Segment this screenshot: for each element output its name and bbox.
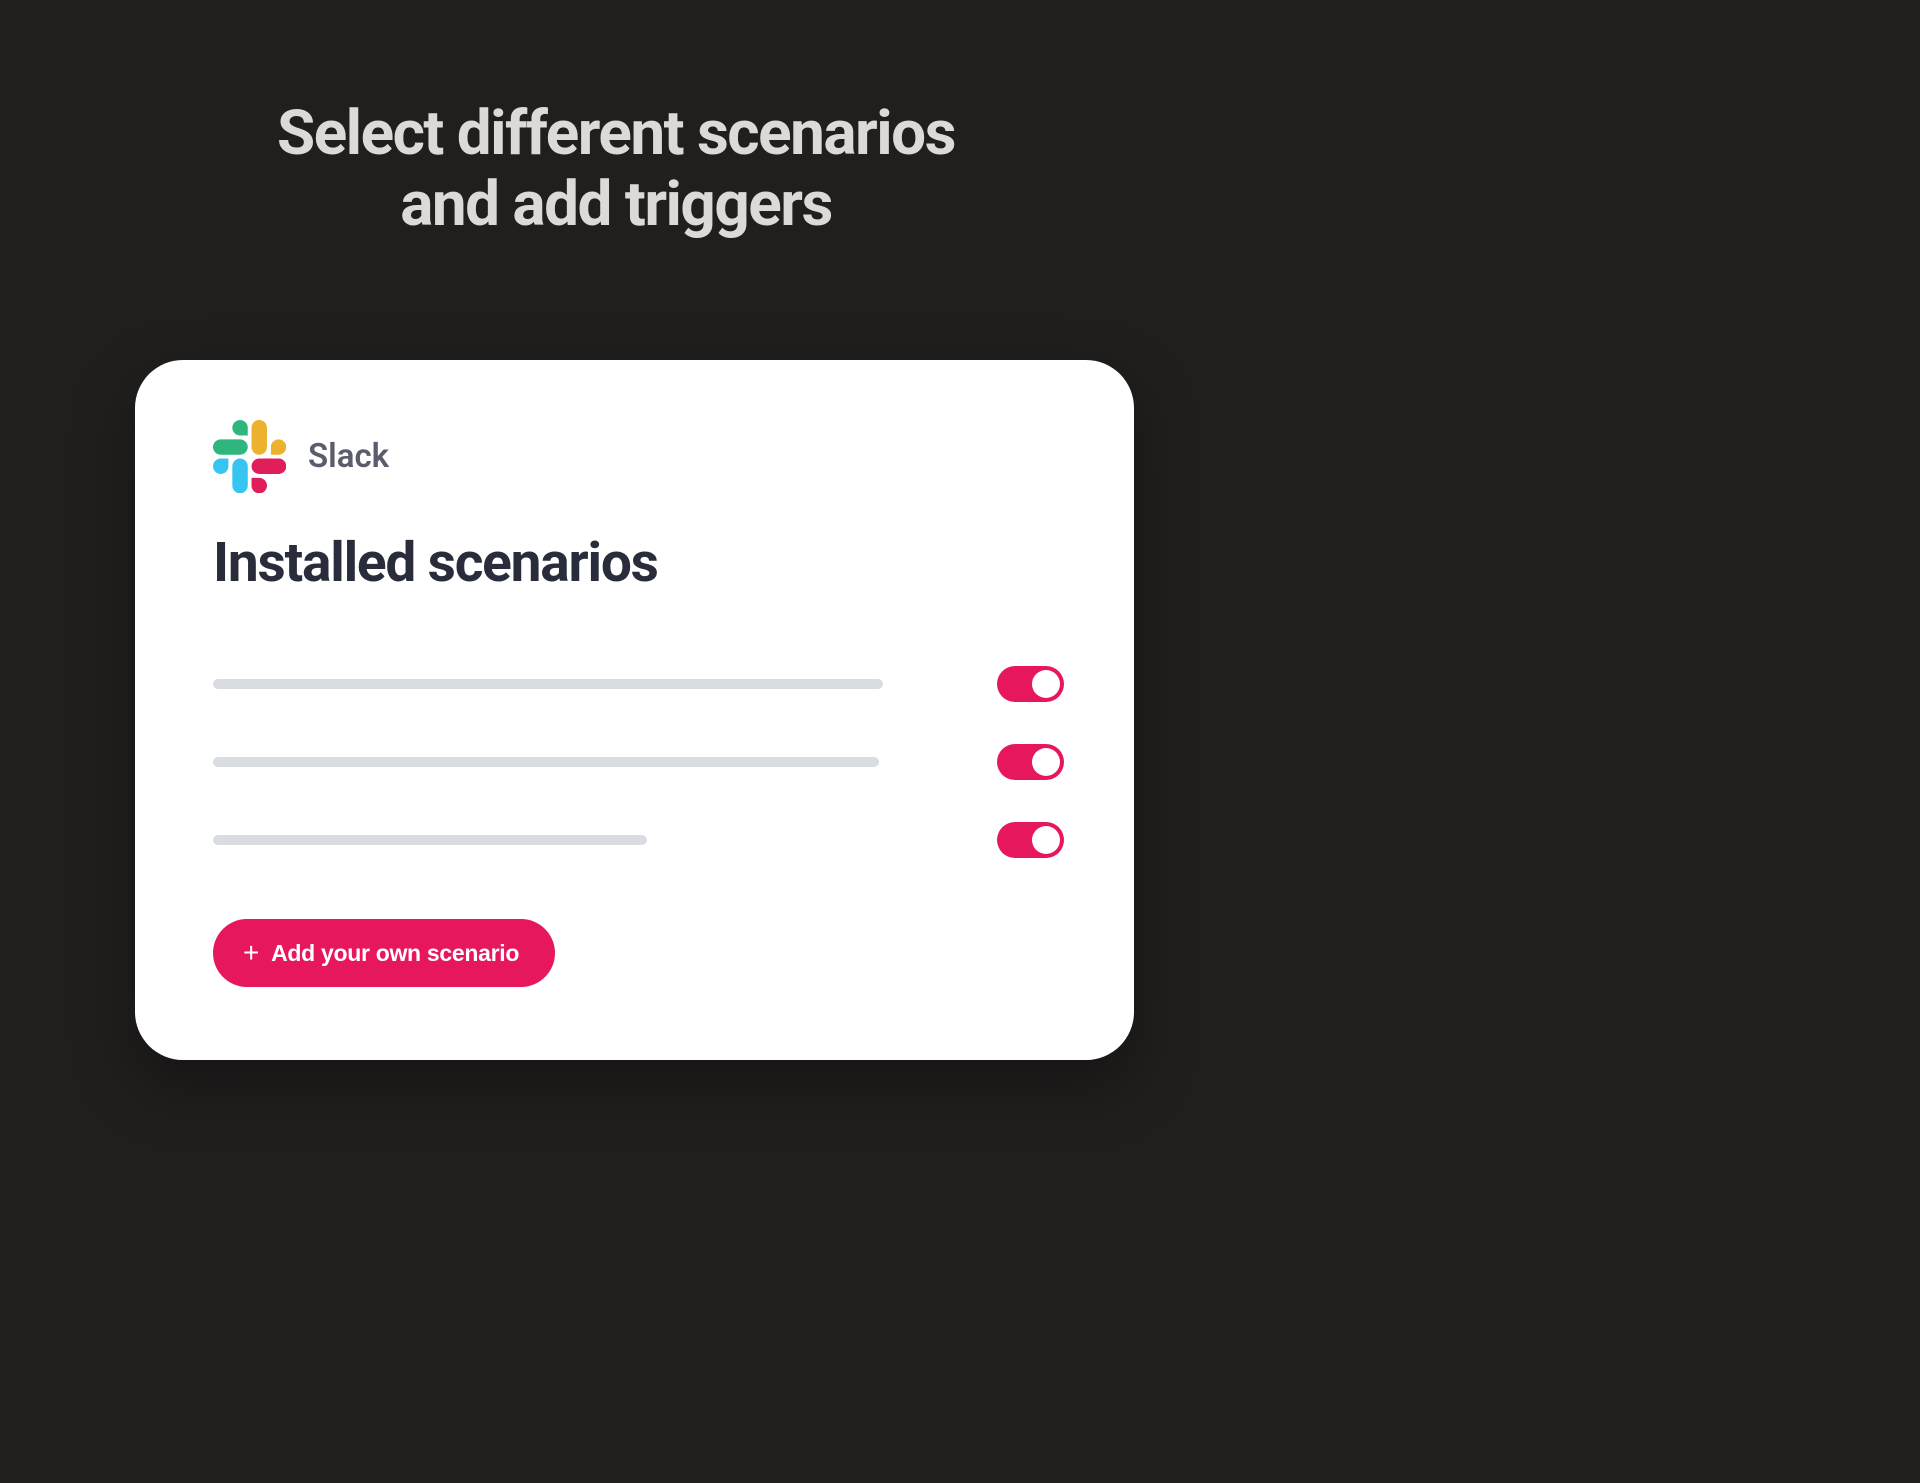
scenario-toggle[interactable] [997,666,1064,702]
scenario-placeholder-bar [213,679,883,689]
scenario-list [213,645,1064,879]
scenario-row [213,645,1064,723]
scenarios-card: Slack Installed scenarios + Add your own… [135,360,1134,1060]
scenario-placeholder-bar [213,835,647,845]
scenario-row [213,723,1064,801]
title-line-2: and add triggers [400,168,832,241]
plus-icon: + [243,939,259,967]
scenario-placeholder-bar [213,757,879,767]
app-header: Slack [213,420,1064,493]
title-line-1: Select different scenarios [277,97,955,170]
add-button-label: Add your own scenario [271,940,519,967]
scenario-toggle[interactable] [997,822,1064,858]
section-title: Installed scenarios [213,531,1064,595]
page-title: Select different scenarios and add trigg… [0,0,1232,241]
scenario-toggle[interactable] [997,744,1064,780]
slack-icon [213,420,286,493]
scenario-row [213,801,1064,879]
add-scenario-button[interactable]: + Add your own scenario [213,919,555,987]
app-name-label: Slack [308,437,389,476]
